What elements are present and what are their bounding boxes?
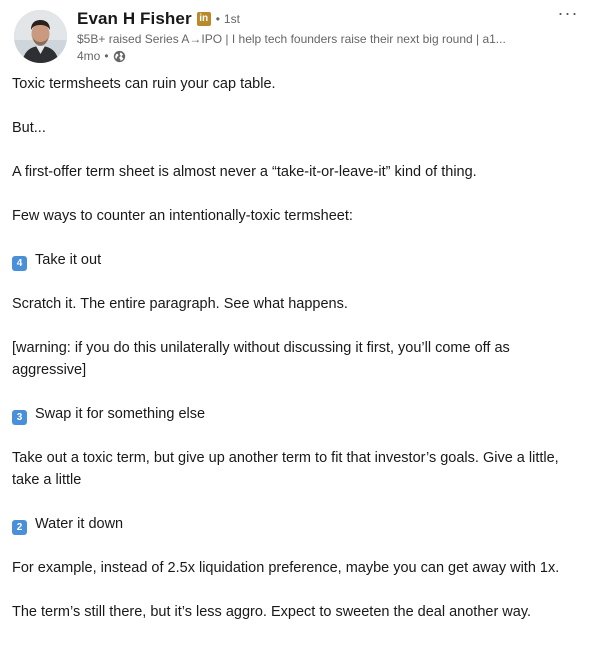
post-paragraph: [warning: if you do this unilaterally wi… [12, 340, 510, 378]
list-item: 3 Swap it for something else [12, 403, 572, 425]
author-name[interactable]: Evan H Fisher [77, 9, 192, 29]
post-body: Toxic termsheets can ruin your cap table… [12, 73, 572, 645]
list-item-label: Take it out [35, 252, 102, 268]
post-paragraph: Toxic termsheets can ruin your cap table… [12, 76, 276, 92]
post-paragraph: Take out a toxic term, but give up anoth… [12, 450, 559, 488]
post-meta: 4mo • [77, 48, 547, 64]
author-headline: $5B+ raised Series A→IPO | I help tech f… [77, 32, 506, 46]
post-paragraph: But... [12, 120, 46, 136]
keycap-number-icon: 4 [12, 256, 27, 271]
list-item: 4 Take it out [12, 249, 572, 271]
author-name-row: Evan H Fisher in • 1st [77, 8, 547, 30]
more-options-button[interactable]: ··· [556, 4, 580, 26]
avatar-image [14, 10, 67, 63]
connection-degree: 1st [223, 12, 240, 26]
post-paragraph: The term’s still there, but it’s less ag… [12, 604, 532, 620]
globe-icon [113, 50, 126, 63]
feed-post: Evan H Fisher in • 1st $5B+ raised Serie… [0, 0, 594, 655]
keycap-number-icon: 3 [12, 410, 27, 425]
post-header: Evan H Fisher in • 1st $5B+ raised Serie… [14, 4, 580, 64]
linkedin-premium-icon: in [196, 12, 211, 26]
list-item-label: Swap it for something else [35, 406, 206, 422]
author-info: Evan H Fisher in • 1st $5B+ raised Serie… [77, 8, 547, 64]
post-paragraph: For example, instead of 2.5x liquidation… [12, 560, 560, 576]
list-item-label: Water it down [35, 516, 124, 532]
keycap-number-icon: 2 [12, 520, 27, 535]
post-paragraph: Scratch it. The entire paragraph. See wh… [12, 296, 348, 312]
avatar[interactable] [14, 10, 67, 63]
post-paragraph: A first-offer term sheet is almost never… [12, 164, 477, 180]
list-item: 2 Water it down [12, 513, 572, 535]
post-paragraph: Few ways to counter an intentionally-tox… [12, 208, 353, 224]
separator-dot: • [215, 12, 220, 26]
separator-dot: • [104, 49, 109, 63]
post-time[interactable]: 4mo [77, 49, 100, 63]
